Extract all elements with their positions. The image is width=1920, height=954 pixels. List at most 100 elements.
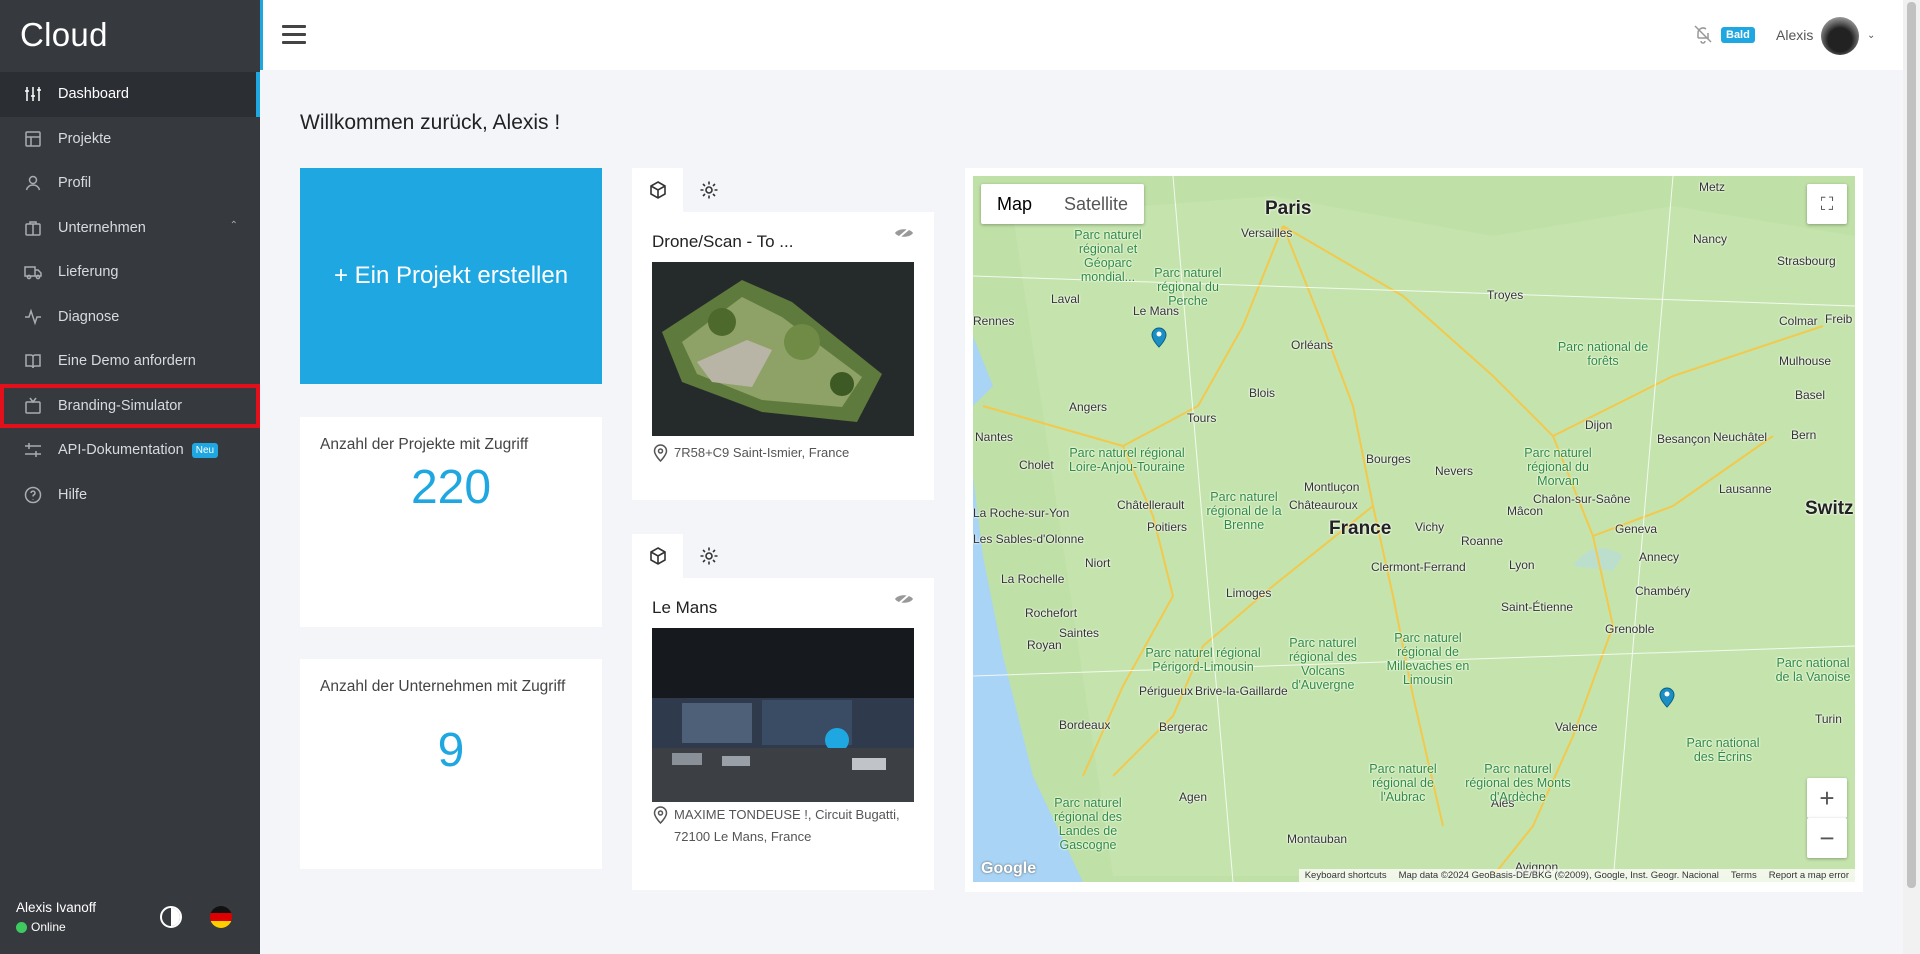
- page-title: Willkommen zurück, Alexis !: [300, 111, 561, 134]
- sidebar: Cloud Dashboard Projekte Profil Unterneh…: [0, 0, 260, 954]
- layout-icon: [24, 130, 42, 148]
- eye-off-icon[interactable]: [894, 591, 914, 607]
- map-type-map-button[interactable]: Map: [981, 184, 1048, 224]
- map-label: Bern: [1791, 428, 1817, 442]
- menu-icon[interactable]: [282, 25, 306, 45]
- keyboard-shortcuts-link[interactable]: Keyboard shortcuts: [1305, 870, 1387, 881]
- contrast-toggle-icon[interactable]: [160, 906, 182, 928]
- map-marker-icon[interactable]: [1151, 326, 1167, 348]
- project-location: 7R58+C9 Saint-Ismier, France: [652, 442, 916, 464]
- project-title[interactable]: Le Mans: [652, 598, 717, 618]
- sidebar-item-profil[interactable]: Profil: [0, 161, 260, 206]
- status-label: Online: [31, 920, 66, 934]
- map-label: Montauban: [1287, 832, 1348, 846]
- sidebar-item-hilfe[interactable]: Hilfe: [0, 473, 260, 518]
- map-label: Mâcon: [1507, 504, 1544, 518]
- sidebar-item-api-dokumentation[interactable]: API-Dokumentation Neu: [0, 428, 260, 473]
- project-thumbnail[interactable]: [652, 628, 914, 802]
- map-label: La Roche-sur-Yon: [973, 506, 1070, 520]
- sidebar-item-branding-simulator[interactable]: Branding-Simulator: [0, 383, 260, 428]
- map-pin-icon: [653, 806, 668, 824]
- sliders-icon: [24, 85, 42, 103]
- map-label: Périgueux: [1139, 684, 1194, 698]
- map-label: Laval: [1051, 292, 1080, 306]
- map-label: Tours: [1187, 411, 1217, 425]
- zoom-in-icon[interactable]: +: [1807, 778, 1847, 818]
- map-label: Colmar: [1779, 314, 1818, 328]
- map-attribution: Map data ©2024 GeoBasis-DE/BKG (©2009), …: [1398, 870, 1719, 881]
- map-label: Bordeaux: [1059, 718, 1111, 732]
- sidebar-item-projekte[interactable]: Projekte: [0, 117, 260, 162]
- tab-3d-viewer[interactable]: [632, 168, 683, 212]
- gear-icon: [700, 547, 717, 565]
- stat-label: Anzahl der Projekte mit Zugriff: [320, 436, 529, 453]
- sidebar-item-label: Profil: [58, 175, 92, 192]
- map-label: Niort: [1085, 556, 1111, 570]
- brand-logo[interactable]: Cloud: [20, 16, 108, 54]
- map-label: Cholet: [1019, 458, 1054, 472]
- map-type-toggle: Map Satellite: [981, 184, 1145, 224]
- terms-link[interactable]: Terms: [1731, 870, 1757, 881]
- fullscreen-icon[interactable]: ⛶: [1807, 184, 1847, 224]
- zoom-out-icon[interactable]: −: [1807, 818, 1847, 858]
- map-label: Clermont-Ferrand: [1371, 560, 1466, 574]
- topbar-user-name[interactable]: Alexis: [1776, 27, 1813, 43]
- map-label: Les Sables-d'Olonne: [973, 532, 1085, 546]
- google-map[interactable]: Paris Versailles Laval Le Mans Orléans A…: [973, 176, 1855, 882]
- project-location: MAXIME TONDEUSE !, Circuit Bugatti, 7210…: [652, 804, 916, 848]
- german-flag-icon[interactable]: [210, 906, 232, 928]
- project-card: Le Mans MAXIME TONDEUSE !, Circuit Bugat…: [632, 534, 934, 890]
- sidebar-item-dashboard[interactable]: Dashboard: [0, 72, 260, 117]
- map-label: Saintes: [1059, 626, 1100, 640]
- map-park-label: Parc naturel régional du Morvan: [1524, 446, 1592, 488]
- stat-value: 220: [410, 461, 492, 514]
- sidebar-item-label: Dashboard: [58, 86, 129, 103]
- user-name: Alexis Ivanoff: [16, 900, 97, 915]
- sidebar-item-diagnose[interactable]: Diagnose: [0, 295, 260, 340]
- coming-soon-badge: Bald: [1721, 27, 1755, 43]
- sidebar-item-label: Projekte: [58, 130, 112, 147]
- tab-settings[interactable]: [683, 168, 734, 212]
- sidebar-item-label: Unternehmen: [58, 219, 146, 236]
- tab-3d-viewer[interactable]: [632, 534, 683, 578]
- map-label: Grenoble: [1605, 622, 1655, 636]
- sidebar-item-demo[interactable]: Eine Demo anfordern: [0, 339, 260, 384]
- sidebar-user: Alexis Ivanoff Online: [16, 900, 96, 934]
- map-label: Nancy: [1693, 232, 1728, 246]
- sidebar-item-unternehmen[interactable]: Unternehmen ⌃: [0, 206, 260, 251]
- help-circle-icon: [24, 486, 42, 504]
- map-label: Geneva: [1615, 522, 1658, 536]
- map-label: Lausanne: [1719, 482, 1772, 496]
- sidebar-item-lieferung[interactable]: Lieferung: [0, 250, 260, 295]
- map-marker-icon[interactable]: [1659, 686, 1675, 708]
- map-label: Metz: [1699, 180, 1726, 194]
- project-title[interactable]: Drone/Scan - To ...: [652, 232, 793, 252]
- user-status: Online: [16, 920, 96, 934]
- cube-icon: [649, 547, 666, 565]
- map-label: Poitiers: [1147, 520, 1188, 534]
- map-park-label: Parc naturel régional de Millevaches en …: [1386, 631, 1470, 687]
- stat-value: 9: [437, 724, 465, 777]
- map-label: Turin: [1815, 712, 1842, 726]
- bell-off-icon[interactable]: [1693, 24, 1713, 44]
- project-thumbnail[interactable]: [652, 262, 914, 436]
- google-logo[interactable]: Google: [981, 860, 1036, 878]
- create-project-button[interactable]: + Ein Projekt erstellen: [300, 168, 602, 384]
- eye-off-icon[interactable]: [894, 225, 914, 241]
- map-type-satellite-button[interactable]: Satellite: [1048, 184, 1144, 224]
- map-label: Châtellerault: [1117, 498, 1185, 512]
- scrollbar[interactable]: [1903, 0, 1920, 954]
- map-pin-icon: [653, 444, 668, 462]
- map-label: Limoges: [1226, 586, 1272, 600]
- map-park-label: Parc naturel régional des Volcans d'Auve…: [1288, 636, 1358, 692]
- chevron-down-icon[interactable]: ⌄: [1867, 30, 1875, 41]
- avatar[interactable]: [1821, 17, 1859, 55]
- report-error-link[interactable]: Report a map error: [1769, 870, 1849, 881]
- tab-settings[interactable]: [683, 534, 734, 578]
- map-label: Valence: [1555, 720, 1598, 734]
- map-label: La Rochelle: [1001, 572, 1065, 586]
- map-label: Agen: [1179, 790, 1208, 804]
- map-park-label: Parc national des Écrins: [1686, 736, 1760, 764]
- map-park-label: Parc naturel régional Périgord-Limousin: [1145, 646, 1261, 674]
- sidebar-item-label: Hilfe: [58, 486, 88, 503]
